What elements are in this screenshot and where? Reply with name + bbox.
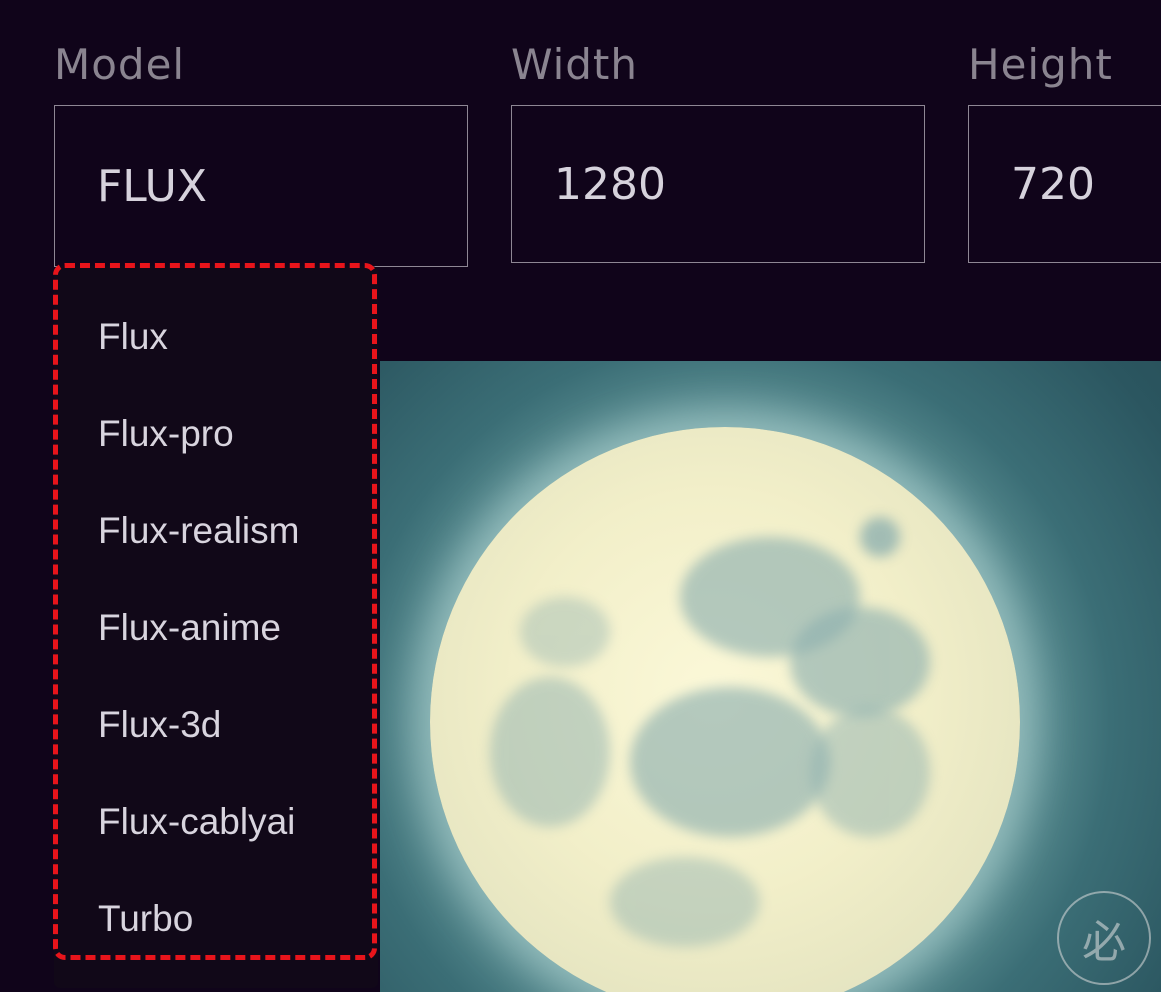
moon-graphic [430, 427, 1020, 992]
watermark-logo: 必 [1057, 891, 1151, 985]
width-label: Width [511, 40, 639, 89]
model-select[interactable]: FLUX [54, 105, 468, 267]
model-label: Model [54, 40, 186, 89]
width-input-value: 1280 [554, 158, 666, 210]
highlight-annotation [53, 263, 377, 960]
height-input-value: 720 [1011, 158, 1095, 210]
width-input[interactable]: 1280 [511, 105, 925, 263]
generated-image: 必 [380, 361, 1161, 992]
height-input[interactable]: 720 [968, 105, 1161, 263]
height-label: Height [968, 40, 1113, 89]
model-select-value: FLUX [97, 160, 207, 212]
